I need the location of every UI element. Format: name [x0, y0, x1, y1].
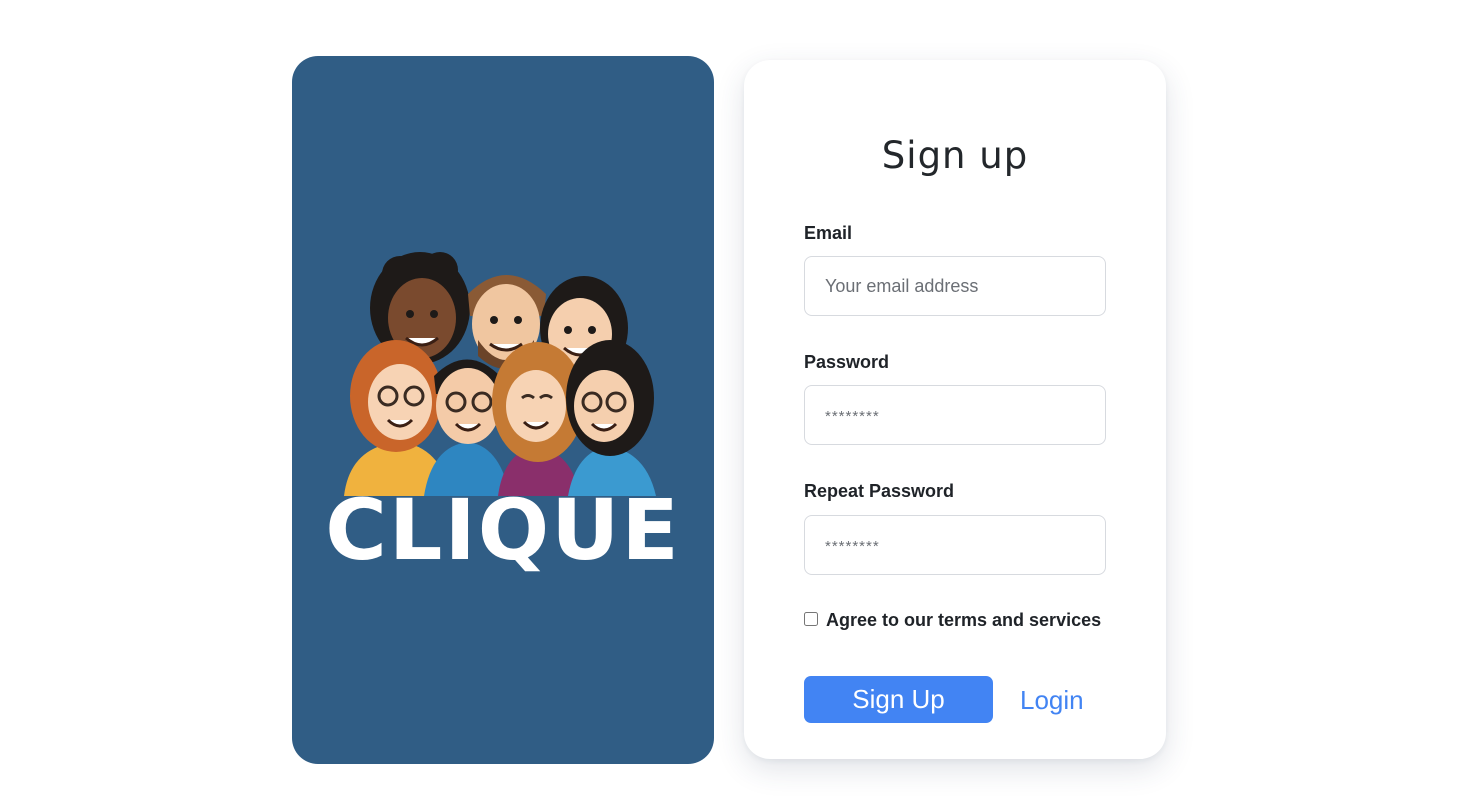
password-label: Password — [804, 352, 890, 372]
email-field[interactable] — [804, 256, 1106, 316]
group-illustration — [344, 252, 656, 496]
password-field[interactable] — [804, 385, 1106, 445]
repeat-password-label: Repeat Password — [804, 481, 955, 501]
clique-logo: CLIQUE — [325, 481, 681, 579]
brand-panel: CLIQUE — [292, 56, 714, 764]
terms-label[interactable]: Agree to our terms and services — [826, 610, 1101, 631]
email-label: Email — [804, 223, 853, 243]
person-front-1 — [350, 340, 442, 452]
repeat-password-field[interactable] — [804, 515, 1106, 575]
sign-up-button[interactable]: Sign Up — [804, 676, 993, 723]
person-front-2 — [434, 359, 502, 444]
person-front-4 — [566, 340, 654, 456]
page-title: Sign up — [881, 134, 1029, 177]
terms-checkbox[interactable] — [804, 611, 818, 626]
login-link[interactable]: Login — [1020, 685, 1084, 716]
signup-form-card: Sign up Email Password Repeat Password A… — [744, 60, 1166, 759]
terms-row: Agree to our terms and services — [804, 610, 1101, 631]
